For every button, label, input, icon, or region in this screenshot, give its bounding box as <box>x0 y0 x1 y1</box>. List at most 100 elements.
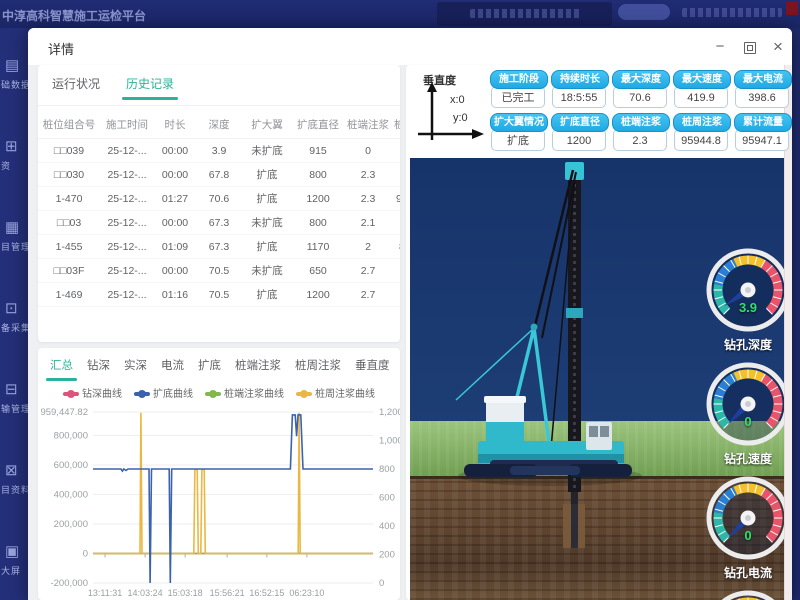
sidebar-nav: ▤础数据⊞资▦目管理⊡备采集⊟输管理⊠目资料▣大屏 <box>0 28 28 600</box>
card-value: 70.6 <box>613 86 668 108</box>
legend-label: 扩底曲线 <box>153 389 193 400</box>
gauge-value: 0 <box>702 528 792 543</box>
col-header: 桩端注浆 <box>344 111 392 139</box>
table-cell: 00:00 <box>154 259 196 283</box>
table-cell: 67.3 <box>196 211 242 235</box>
svg-text:1,000: 1,000 <box>379 436 400 447</box>
sidebar-item-4[interactable]: ⊟ 输管理 <box>0 382 28 415</box>
card-value: 2.3 <box>613 129 668 151</box>
svg-text:0: 0 <box>379 578 384 589</box>
card-label: 扩大翼情况 <box>490 113 548 132</box>
legend-item[interactable]: 钻深曲线 <box>63 385 122 400</box>
table-row[interactable]: 1-46925-12-...01:1670.5扩底12002.70 <box>38 283 400 307</box>
table-cell: 0 <box>344 139 392 163</box>
table-cell: 2 <box>344 235 392 259</box>
table-cell: 1200 <box>292 283 344 307</box>
table-cell: 2.7 <box>344 259 392 283</box>
chart-tab-扩底[interactable]: 扩底 <box>198 357 221 381</box>
table-row[interactable]: □□0325-12-...00:0067.3未扩底8002.10 <box>38 211 400 235</box>
table-cell: □□030 <box>38 163 100 187</box>
chart-tab-汇总[interactable]: 汇总 <box>50 357 73 381</box>
table-row[interactable]: □□03025-12-...00:0067.8扩底8002.35.6 <box>38 163 400 187</box>
chart-tab-桩端注浆[interactable]: 桩端注浆 <box>235 357 281 381</box>
sidebar-item-1[interactable]: ⊞资 <box>0 139 28 172</box>
legend-item[interactable]: 扩底曲线 <box>134 385 193 400</box>
topbar-board-text-blob <box>470 9 580 18</box>
tabs-separator <box>38 105 400 106</box>
table-cell: 67.8 <box>196 163 242 187</box>
table-row[interactable]: 1-47025-12-...01:2770.6扩底12002.395944.8 <box>38 187 400 211</box>
nodes-icon: ⊞ <box>5 139 28 155</box>
svg-text:800,000: 800,000 <box>54 431 88 442</box>
table-cell: 扩底 <box>242 235 292 259</box>
chart-tab-钻深[interactable]: 钻深 <box>87 357 110 381</box>
sidebar-item-3[interactable]: ⊡备采集 <box>0 301 28 334</box>
table-cell: 扩底 <box>242 187 292 211</box>
status-card-持续时长: 持续时长18:5:55 <box>551 70 607 108</box>
table-row[interactable]: □□03925-12-...00:003.9未扩底91500 <box>38 139 400 163</box>
history-table: 桩位组合号施工时间时长深度扩大翼扩底直径桩端注浆桩周注浆 □□03925-12-… <box>38 111 400 307</box>
sidebar-item-label: 资 <box>1 159 28 172</box>
sidebar-item-label: 输管理 <box>1 402 28 415</box>
table-cell: 2.3 <box>344 187 392 211</box>
history-panel: 运行状况 历史记录 桩位组合号施工时间时长深度扩大翼扩底直径桩端注浆桩周注浆 □□… <box>38 65 400 342</box>
pile-driver-rig <box>450 160 660 560</box>
chart-tab-桩周注浆[interactable]: 桩周注浆 <box>295 357 341 381</box>
maximize-button[interactable] <box>740 37 760 57</box>
series-扩底曲线 <box>93 415 373 583</box>
gauge-钻孔深度: 3.9钻孔深度 <box>702 244 792 360</box>
table-row[interactable]: 1-45525-12-...01:0967.3扩底1170285878. <box>38 235 400 259</box>
sidebar-item-2[interactable]: ▦目管理 <box>0 220 28 253</box>
table-cell: 70.5 <box>196 283 242 307</box>
gauge-label: 钻孔深度 <box>702 336 792 353</box>
history-tabs: 运行状况 历史记录 <box>52 75 200 101</box>
table-cell: 25-12-... <box>100 259 154 283</box>
tab-历史记录[interactable]: 历史记录 <box>126 75 174 100</box>
table-cell: 扩底 <box>242 283 292 307</box>
svg-text:600: 600 <box>379 493 395 504</box>
table-cell: 5.6 <box>392 163 400 187</box>
table-cell: 25-12-... <box>100 235 154 259</box>
minimize-button[interactable]: − <box>710 37 730 57</box>
status-card-累计流量: 累计流量95947.1 <box>734 113 790 151</box>
table-row[interactable]: □□03F25-12-...00:0070.5未扩底6502.70 <box>38 259 400 283</box>
sidebar-item-5[interactable]: ⊠目资料 <box>0 463 28 496</box>
card-value: 已完工 <box>491 86 546 108</box>
card-label: 扩底直径 <box>551 113 609 132</box>
card-value: 95944.8 <box>674 129 729 151</box>
legend-item[interactable]: 桩周注浆曲线 <box>296 385 375 400</box>
status-card-桩周注浆: 桩周注浆95944.8 <box>673 113 729 151</box>
table-cell: 25-12-... <box>100 211 154 235</box>
table-cell: 1200 <box>292 187 344 211</box>
legend-marker <box>296 392 312 396</box>
status-card-桩端注浆: 桩端注浆2.3 <box>612 113 668 151</box>
table-cell: 95944.8 <box>392 187 400 211</box>
chart-tab-实深[interactable]: 实深 <box>124 357 147 381</box>
sidebar-item-6[interactable]: ▣大屏 <box>0 544 28 577</box>
status-card-扩大翼情况: 扩大翼情况扩底 <box>490 113 546 151</box>
svg-text:0: 0 <box>83 549 88 560</box>
sidebar-item-label: 目管理 <box>1 240 28 253</box>
topbar-pill-blob[interactable] <box>618 4 670 20</box>
close-button[interactable]: × <box>768 37 788 57</box>
svg-text:200,000: 200,000 <box>54 519 88 530</box>
table-cell: 800 <box>292 163 344 187</box>
card-label: 桩端注浆 <box>612 113 670 132</box>
svg-text:16:52:15: 16:52:15 <box>249 588 284 598</box>
tab-运行状况[interactable]: 运行状况 <box>52 75 100 100</box>
modal-header: 详情 − × <box>28 28 792 66</box>
status-card-最大速度: 最大速度419.9 <box>673 70 729 108</box>
chart-panel: 汇总钻深实深电流扩底桩端注浆桩周注浆垂直度 钻深曲线 扩底曲线 桩端注浆曲线桩周注浆… <box>38 348 400 600</box>
card-label: 最大速度 <box>673 70 731 89</box>
series-桩周注浆曲线 <box>93 413 373 554</box>
chart-tab-垂直度[interactable]: 垂直度 <box>355 357 390 381</box>
chart-tab-电流[interactable]: 电流 <box>161 357 184 381</box>
svg-text:1,200: 1,200 <box>379 407 400 418</box>
truck-icon: ⊟ <box>5 382 28 398</box>
card-label: 最大电流 <box>734 70 792 89</box>
col-header: 扩底直径 <box>292 111 344 139</box>
sidebar-item-0[interactable]: ▤础数据 <box>0 58 28 91</box>
status-card-施工阶段: 施工阶段已完工 <box>490 70 546 108</box>
table-cell: 1170 <box>292 235 344 259</box>
legend-item[interactable]: 桩端注浆曲线 <box>205 385 284 400</box>
